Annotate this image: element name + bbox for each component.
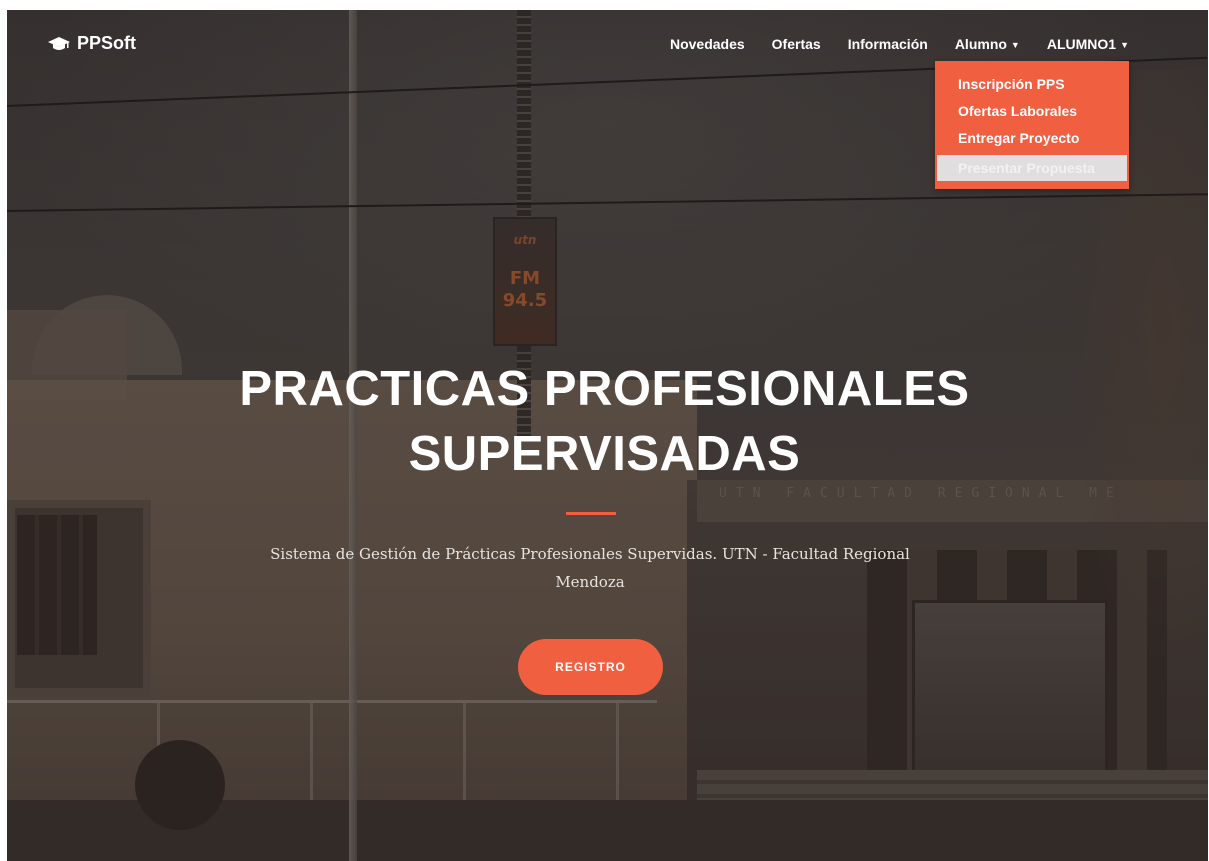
graduation-cap-icon xyxy=(48,36,70,50)
menu-item-ofertas-laborales[interactable]: Ofertas Laborales xyxy=(935,98,1129,124)
nav-links: Novedades Ofertas Información Alumno ▼ AL… xyxy=(643,36,1129,52)
menu-item-presentar-propuesta[interactable]: Presentar Propuesta xyxy=(937,155,1127,181)
brand-name: PPSoft xyxy=(77,33,137,53)
menu-item-inscripcion-pps[interactable]: Inscripción PPS xyxy=(935,71,1129,97)
hero-title-line2: SUPERVISADAS xyxy=(408,427,801,481)
caret-down-icon: ▼ xyxy=(1120,40,1129,50)
nav-ofertas[interactable]: Ofertas xyxy=(772,36,821,52)
nav-alumno-dropdown[interactable]: Alumno ▼ xyxy=(955,36,1020,52)
nav-user-dropdown[interactable]: ALUMNO1 ▼ xyxy=(1047,36,1129,52)
nav-novedades[interactable]: Novedades xyxy=(670,36,745,52)
registro-button[interactable]: REGISTRO xyxy=(518,639,663,695)
hero-title-line1: PRACTICAS PROFESIONALES xyxy=(239,362,970,416)
hero-subtitle: Sistema de Gestión de Prácticas Profesio… xyxy=(270,545,910,591)
caret-down-icon: ▼ xyxy=(1010,40,1020,50)
nav-informacion[interactable]: Información xyxy=(848,36,928,52)
menu-item-entregar-proyecto[interactable]: Entregar Proyecto xyxy=(935,125,1129,151)
nav-alumno-label: Alumno xyxy=(954,36,1007,52)
hero-divider xyxy=(566,512,616,515)
hero-title: PRACTICAS PROFESIONALES SUPERVISADAS xyxy=(0,357,1209,487)
nav-user-label: ALUMNO1 xyxy=(1046,36,1117,52)
brand-link[interactable]: PPSoft xyxy=(48,33,136,54)
alumno-dropdown-menu: Inscripción PPS Ofertas Laborales Entreg… xyxy=(935,61,1129,189)
